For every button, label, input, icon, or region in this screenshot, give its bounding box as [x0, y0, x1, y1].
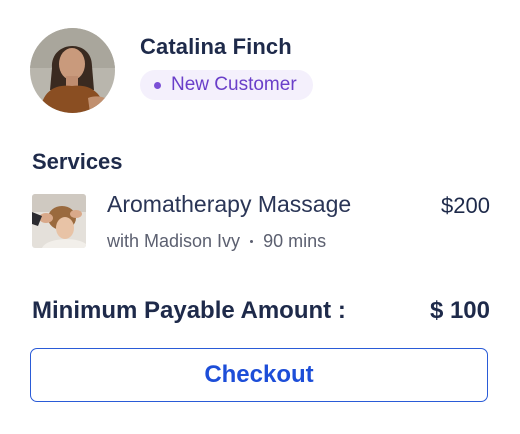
- customer-name: Catalina Finch: [140, 34, 292, 59]
- service-name: Aromatherapy Massage: [107, 191, 352, 217]
- minimum-payable-amount: $ 100: [429, 297, 490, 324]
- service-therapist: with Madison Ivy: [107, 231, 241, 251]
- customer-avatar: [30, 28, 115, 113]
- status-dot-icon: [154, 81, 161, 89]
- service-thumbnail: [32, 194, 86, 248]
- services-section-title: Services: [32, 149, 123, 174]
- customer-avatar-icon: [30, 28, 115, 113]
- checkout-button[interactable]: Checkout: [30, 348, 488, 402]
- minimum-payable-label: Minimum Payable Amount :: [32, 297, 346, 324]
- massage-thumbnail-icon: [32, 194, 86, 248]
- customer-status-label: New Customer: [171, 74, 297, 95]
- customer-status-badge: New Customer: [140, 70, 313, 100]
- separator-dot-icon: [250, 240, 254, 243]
- service-duration: 90 mins: [263, 231, 327, 251]
- service-meta: with Madison Ivy 90 mins: [107, 231, 326, 252]
- service-price: $200: [441, 193, 490, 218]
